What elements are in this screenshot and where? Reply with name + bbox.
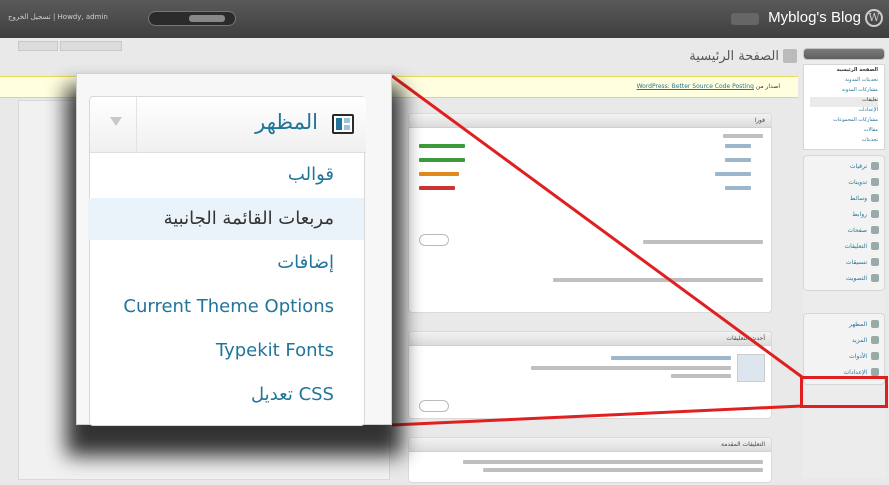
sidebar-item[interactable]: المزيد bbox=[809, 333, 879, 349]
view-all-button[interactable] bbox=[419, 400, 449, 412]
menu-item-current-theme-options[interactable]: Current Theme Options bbox=[88, 286, 364, 328]
appearance-menu-group: المظهر المزيد الأدوات الإعدادات bbox=[803, 313, 885, 385]
menu-icon bbox=[871, 258, 879, 266]
submenu-item[interactable]: تعليقات bbox=[810, 97, 878, 107]
appearance-menu: المظهر قوالب مربعات القائمة الجانبية إضا… bbox=[88, 96, 366, 426]
menu-icon bbox=[871, 274, 879, 282]
appearance-zoom-panel: المظهر قوالب مربعات القائمة الجانبية إضا… bbox=[76, 73, 392, 426]
sidebar-item[interactable]: تنسيقات bbox=[809, 255, 879, 271]
sidebar-item[interactable]: الأدوات bbox=[809, 349, 879, 365]
visit-site-button[interactable] bbox=[731, 13, 759, 25]
right-now-title[interactable]: فورا bbox=[409, 114, 771, 128]
notice-prefix: اصدار من bbox=[755, 83, 780, 90]
menu-icon bbox=[871, 368, 879, 376]
submenu-item[interactable]: مشاركات المدونة bbox=[810, 87, 878, 97]
quick-links-dropdown[interactable] bbox=[148, 11, 236, 26]
submenu-item[interactable]: تحديثات المدونة bbox=[810, 77, 878, 87]
menu-icon bbox=[871, 352, 879, 360]
appearance-icon bbox=[332, 114, 354, 134]
appearance-title[interactable]: المظهر bbox=[255, 110, 318, 134]
right-now-widget: فورا bbox=[408, 113, 772, 313]
sidebar-item[interactable]: التصويت bbox=[809, 271, 879, 287]
chevron-down-icon[interactable] bbox=[110, 117, 122, 126]
avatar bbox=[737, 354, 765, 382]
menu-icon bbox=[871, 336, 879, 344]
menu-icon bbox=[871, 162, 879, 170]
menu-icon bbox=[871, 226, 879, 234]
submenu-item[interactable]: الصفحة الرئيسية bbox=[810, 67, 878, 77]
sidebar-item[interactable]: ترقيات bbox=[809, 159, 879, 175]
menu-icon bbox=[871, 210, 879, 218]
help-tab[interactable] bbox=[60, 41, 122, 51]
menu-item-themes[interactable]: قوالب bbox=[88, 154, 364, 196]
incoming-links-widget: التعليقات المقدمة bbox=[408, 437, 772, 483]
appearance-menu-header[interactable]: المظهر bbox=[90, 97, 366, 153]
dashboard-menu-header[interactable] bbox=[803, 48, 885, 60]
submenu-item[interactable]: الإعدادات bbox=[810, 107, 878, 117]
quick-links-label bbox=[189, 15, 225, 22]
divider bbox=[136, 97, 137, 153]
content-menu-group: ترقيات تدوينات وسائط روابط صفحات التعليق… bbox=[803, 155, 885, 291]
dashboard-icon bbox=[783, 49, 797, 63]
change-theme-button[interactable] bbox=[419, 234, 449, 246]
menu-icon bbox=[871, 178, 879, 186]
menu-item-widgets[interactable]: مربعات القائمة الجانبية bbox=[88, 198, 364, 240]
sidebar-item[interactable]: روابط bbox=[809, 207, 879, 223]
screen-options-tab[interactable] bbox=[18, 41, 58, 51]
incoming-links-title[interactable]: التعليقات المقدمة bbox=[409, 438, 771, 452]
recent-comments-widget: أحدث التعليقات bbox=[408, 331, 772, 419]
user-links[interactable]: تسجيل الخروج | Howdy, admin bbox=[8, 13, 108, 21]
submenu-item[interactable]: تحديثات bbox=[810, 137, 878, 147]
sidebar-item[interactable]: تدوينات bbox=[809, 175, 879, 191]
sidebar-item-appearance[interactable]: المظهر bbox=[809, 317, 879, 333]
menu-item-plugins[interactable]: إضافات bbox=[88, 242, 364, 284]
blog-title[interactable]: Myblog's Blog bbox=[768, 9, 861, 26]
highlight-box bbox=[800, 376, 888, 408]
menu-item-typekit-fonts[interactable]: Typekit Fonts bbox=[88, 330, 364, 372]
sidebar-item[interactable]: صفحات bbox=[809, 223, 879, 239]
page-title: الصفحة الرئيسية bbox=[689, 49, 779, 64]
menu-icon bbox=[871, 194, 879, 202]
notice-link[interactable]: WordPress: Better Source Code Posting bbox=[637, 83, 754, 90]
admin-bar: تسجيل الخروج | Howdy, admin Myblog's Blo… bbox=[0, 0, 889, 38]
menu-item-edit-css[interactable]: تعديل CSS bbox=[88, 374, 364, 416]
appearance-icon bbox=[871, 320, 879, 328]
wordpress-logo-icon: W bbox=[865, 9, 883, 27]
submenu-item[interactable]: مشاركات المجموعات bbox=[810, 117, 878, 127]
dashboard-submenu: الصفحة الرئيسية تحديثات المدونة مشاركات … bbox=[803, 64, 885, 150]
menu-icon bbox=[871, 242, 879, 250]
admin-menu: الصفحة الرئيسية تحديثات المدونة مشاركات … bbox=[803, 48, 885, 478]
sidebar-item[interactable]: وسائط bbox=[809, 191, 879, 207]
recent-comments-title[interactable]: أحدث التعليقات bbox=[409, 332, 771, 346]
submenu-item[interactable]: مقالات bbox=[810, 127, 878, 137]
sidebar-item[interactable]: التعليقات bbox=[809, 239, 879, 255]
